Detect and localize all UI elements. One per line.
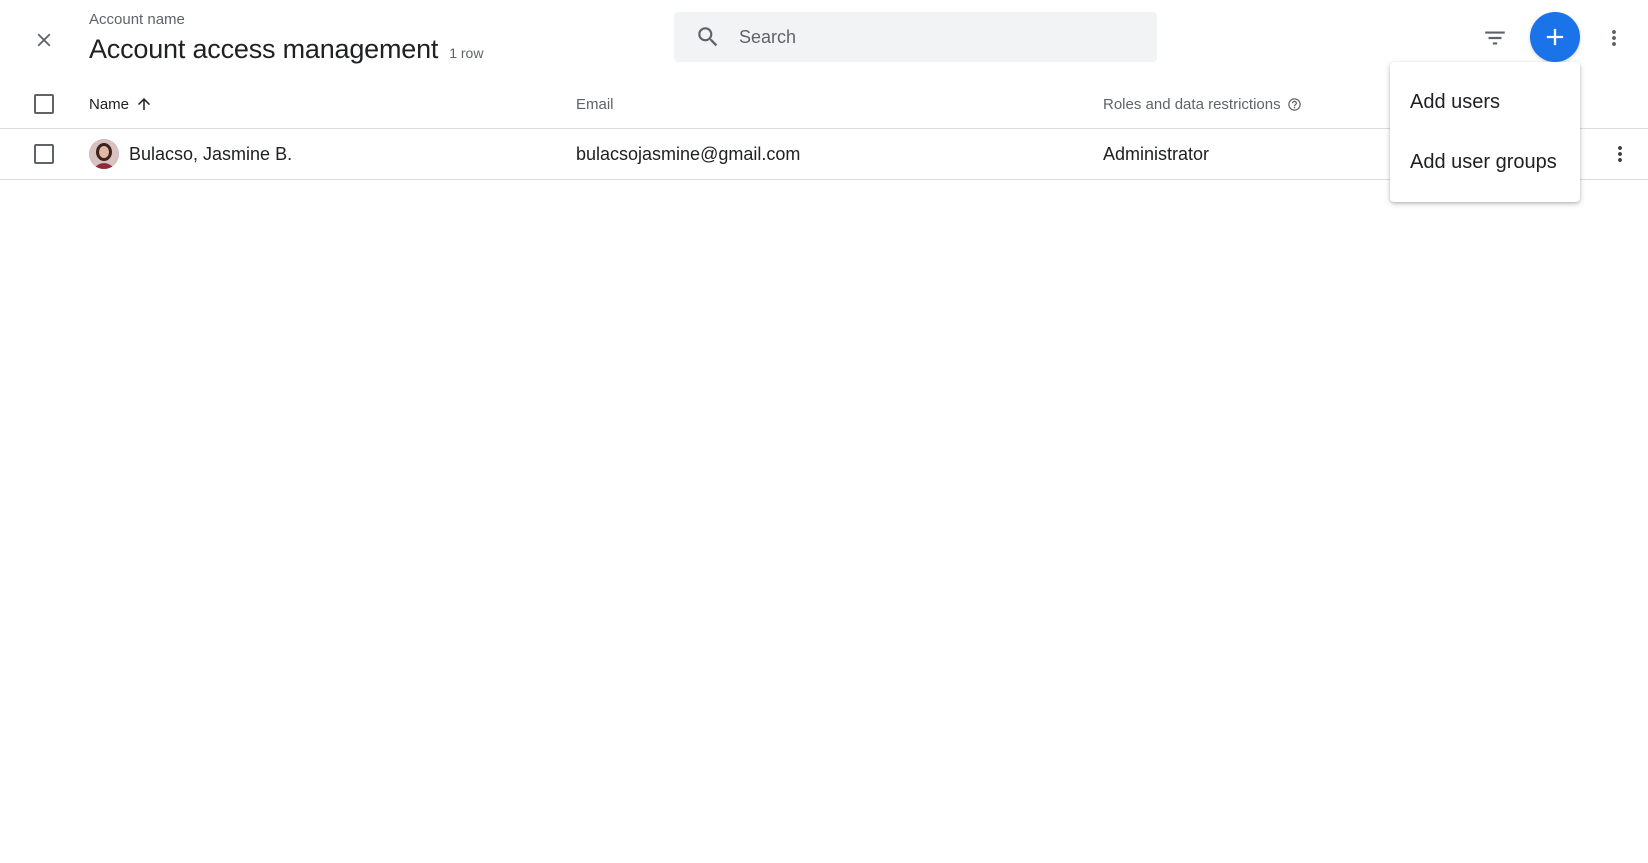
column-header-email-label: Email bbox=[576, 95, 614, 113]
column-header-name[interactable]: Name bbox=[89, 80, 153, 128]
select-all-checkbox[interactable] bbox=[34, 94, 54, 114]
page-header: Account name Account access management 1… bbox=[89, 10, 483, 66]
more-vert-icon bbox=[1612, 30, 1616, 46]
page-title: Account access management bbox=[89, 34, 439, 64]
account-name-label: Account name bbox=[89, 11, 185, 28]
column-header-roles[interactable]: Roles and data restrictions bbox=[1103, 80, 1302, 128]
row-count: 1 row bbox=[449, 45, 484, 61]
close-icon bbox=[37, 33, 51, 47]
menu-item-label: Add user groups bbox=[1410, 150, 1557, 173]
account-access-page: Account name Account access management 1… bbox=[0, 0, 1648, 863]
cell-role: Administrator bbox=[1103, 129, 1209, 179]
plus-icon bbox=[1546, 28, 1564, 46]
filter-button[interactable] bbox=[1473, 16, 1517, 60]
search-input[interactable] bbox=[739, 26, 1139, 48]
help-circle-icon[interactable] bbox=[1287, 97, 1302, 112]
menu-item-label: Add users bbox=[1410, 90, 1501, 113]
more-vert-icon bbox=[1618, 146, 1622, 162]
cell-name: Bulacso, Jasmine B. bbox=[89, 129, 292, 179]
more-options-button[interactable] bbox=[1594, 16, 1634, 60]
close-button[interactable] bbox=[22, 18, 66, 62]
user-name: Bulacso, Jasmine B. bbox=[129, 143, 293, 164]
column-header-email[interactable]: Email bbox=[576, 80, 614, 128]
add-button[interactable] bbox=[1530, 12, 1580, 62]
user-role: Administrator bbox=[1103, 143, 1210, 164]
search-icon bbox=[695, 24, 721, 50]
row-checkbox[interactable] bbox=[34, 144, 54, 164]
menu-item-add-user-groups[interactable]: Add user groups bbox=[1390, 132, 1580, 192]
cell-email: bulacsojasmine@gmail.com bbox=[576, 129, 800, 179]
user-email: bulacsojasmine@gmail.com bbox=[576, 143, 801, 164]
search-bar[interactable] bbox=[674, 12, 1157, 62]
filter-icon bbox=[1485, 31, 1505, 45]
menu-item-add-users[interactable]: Add users bbox=[1390, 72, 1580, 132]
column-header-name-label: Name bbox=[89, 95, 130, 113]
column-header-roles-label: Roles and data restrictions bbox=[1103, 95, 1281, 113]
row-more-options-button[interactable] bbox=[1600, 134, 1640, 174]
add-menu: Add users Add user groups bbox=[1390, 62, 1580, 202]
avatar bbox=[89, 139, 119, 169]
title-row: Account access management 1 row bbox=[89, 32, 483, 66]
arrow-up-icon bbox=[135, 95, 153, 113]
